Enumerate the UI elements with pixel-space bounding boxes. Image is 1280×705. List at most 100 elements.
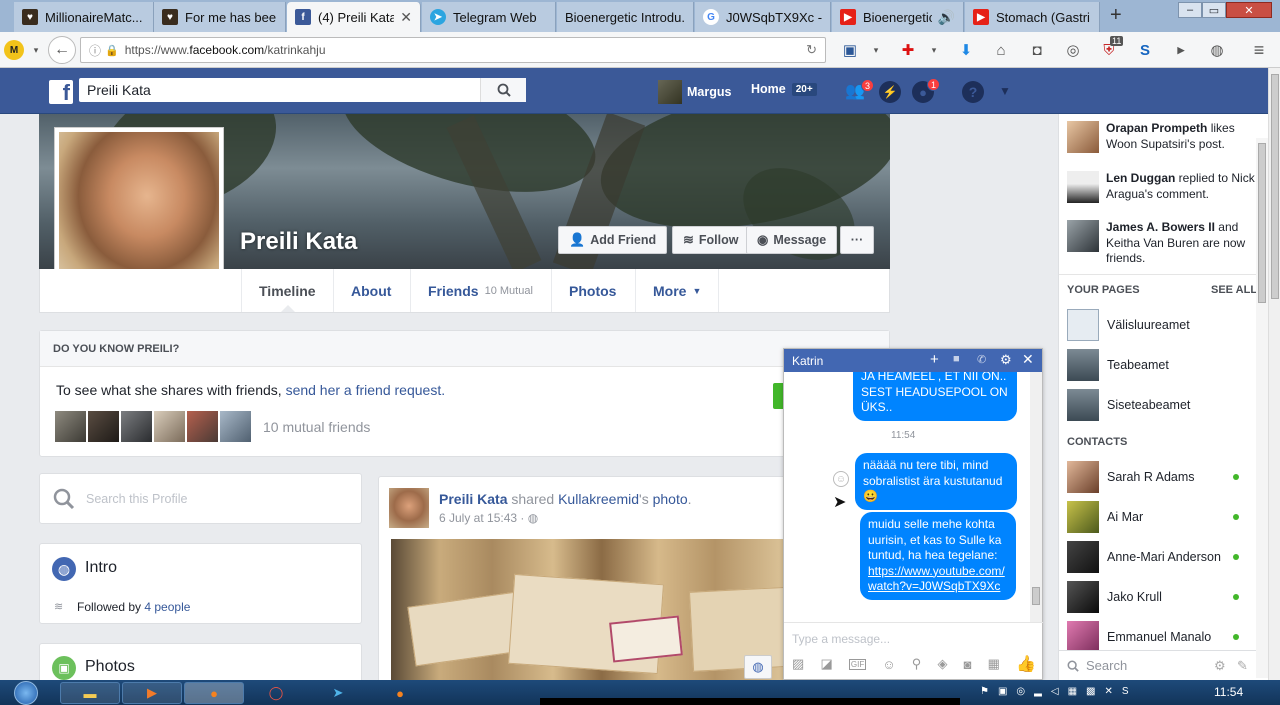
hamburger-menu-icon[interactable]: ≡	[1247, 38, 1271, 62]
flag-icon[interactable]: ⚑	[980, 686, 989, 700]
maximize-button[interactable]: ▭	[1202, 2, 1226, 18]
browser-tab[interactable]: ▶ Stomach (Gastri...	[965, 2, 1100, 32]
profile-icon[interactable]: ◍	[1205, 38, 1229, 62]
firefox-taskbar-button[interactable]: ●	[370, 682, 430, 704]
avatar[interactable]	[88, 411, 119, 442]
video-call-icon[interactable]: ■	[953, 353, 960, 365]
post-date[interactable]: 6 July at 15:43 · ◍	[439, 511, 538, 525]
firefox-taskbar-button[interactable]: ●	[184, 682, 244, 704]
tab-friends[interactable]: Friends 10 Mutual	[410, 269, 550, 312]
avatar[interactable]	[220, 411, 251, 442]
minimize-button[interactable]: –	[1178, 2, 1202, 18]
sticker-icon[interactable]: ◪	[820, 656, 832, 672]
ticker-item[interactable]: Orapan Prompeth likes Woon Supatsiri's p…	[1067, 121, 1265, 153]
tab-about[interactable]: About	[333, 269, 408, 312]
game-icon[interactable]: ◈	[937, 656, 947, 672]
see-all-link[interactable]: SEE ALL	[1211, 284, 1257, 296]
mutual-friends-count[interactable]: 10 mutual friends	[263, 419, 370, 435]
followers-link[interactable]: 4 people	[144, 600, 190, 614]
photos-title[interactable]: Photos	[85, 658, 135, 676]
tray-icon[interactable]: ▩	[1086, 686, 1095, 700]
add-person-icon[interactable]: +	[930, 351, 939, 368]
tray-app-icon[interactable]: ▣	[998, 686, 1007, 700]
tab-more[interactable]: More ▼	[635, 269, 720, 312]
gif-icon[interactable]: GIF	[848, 658, 867, 670]
telegram-taskbar-button[interactable]: ➤	[308, 682, 368, 704]
ticker-item[interactable]: James A. Bowers II and Keitha Van Buren …	[1067, 220, 1265, 267]
avatar[interactable]	[121, 411, 152, 442]
chevron-down-icon[interactable]: ▾	[24, 38, 48, 62]
media-taskbar-button[interactable]: ▶	[122, 682, 182, 704]
emoji-icon[interactable]: ☺	[882, 657, 895, 672]
compose-icon[interactable]: ✎	[1237, 658, 1248, 674]
close-window-button[interactable]: ✕	[1226, 2, 1272, 18]
tab-photos[interactable]: Photos	[551, 269, 633, 312]
youtube-icon[interactable]: ▶	[1169, 38, 1193, 62]
browser-tab[interactable]: ▶ Bioenergetic... 🔊	[832, 2, 964, 32]
avatar[interactable]	[55, 411, 86, 442]
help-icon[interactable]: ?	[962, 81, 984, 103]
messenger-icon[interactable]: ⚡	[879, 81, 901, 103]
chat-header[interactable]: Katrin + ■ ✆ ⚙ ✕	[784, 349, 1042, 372]
message-button[interactable]: ◉ Message	[746, 226, 838, 254]
menu-logo-icon[interactable]: M	[4, 40, 24, 60]
sidebar-scrollbar[interactable]	[1256, 138, 1268, 678]
network-app-icon[interactable]: ◎	[1016, 686, 1025, 700]
post-photo-link[interactable]: photo	[653, 491, 688, 507]
explorer-taskbar-button[interactable]: ▬	[60, 682, 120, 704]
reload-icon[interactable]: ↻	[806, 42, 817, 58]
post-photo[interactable]	[391, 539, 796, 699]
chevron-down-icon[interactable]: ▾	[922, 38, 946, 62]
contact-item[interactable]: Jako Krull	[1067, 581, 1257, 613]
url-bar[interactable]: ⓘ 🔒 https://www.facebook.com/katrinkahju…	[80, 37, 826, 63]
taskbar-clock[interactable]: 11:54	[1214, 685, 1243, 699]
chevron-down-icon[interactable]: ▾	[864, 38, 888, 62]
friend-request-link[interactable]: send her a friend request.	[286, 382, 446, 398]
tray-icon[interactable]: ▦	[1068, 686, 1077, 700]
contact-item[interactable]: Anne-Mari Anderson	[1067, 541, 1257, 573]
browser-tab[interactable]: G J0WSqbTX9Xc -...	[695, 2, 831, 32]
extension-icon[interactable]: ◎	[1061, 38, 1085, 62]
page-scrollbar[interactable]	[1268, 68, 1280, 680]
speaker-icon[interactable]: 🔊	[932, 9, 955, 26]
post-page-link[interactable]: Kullakreemid	[558, 491, 639, 507]
globe-icon[interactable]: ◍	[744, 655, 772, 679]
gear-icon[interactable]: ⚙	[1214, 658, 1226, 674]
emoji-reaction-icon[interactable]: ☺	[833, 471, 849, 487]
download-icon[interactable]: ⬇	[954, 38, 978, 62]
camera-icon[interactable]: ◙	[964, 657, 972, 672]
home-link[interactable]: Home 20+	[751, 82, 817, 96]
tray-icon[interactable]: ✕	[1104, 686, 1112, 700]
search-profile-input[interactable]: Search this Profile	[39, 473, 362, 524]
browser-tab[interactable]: Bioenergetic Introdu...	[557, 2, 694, 32]
app-taskbar-button[interactable]: ◯	[246, 682, 306, 704]
first-aid-icon[interactable]: ✚	[896, 38, 920, 62]
back-button[interactable]: ←	[48, 36, 76, 64]
browser-tab[interactable]: ♥ For me has bee...	[154, 2, 286, 32]
post-author-avatar[interactable]	[389, 488, 429, 528]
skype-icon[interactable]: S	[1122, 686, 1129, 700]
page-item[interactable]: Välisluureamet	[1067, 309, 1257, 341]
pocket-icon[interactable]: ◘	[1025, 38, 1049, 62]
start-button[interactable]	[6, 680, 46, 705]
contact-item[interactable]: Ai Mar	[1067, 501, 1257, 533]
follow-button[interactable]: ≋ Follow	[672, 226, 750, 254]
calendar-icon[interactable]: ▦	[988, 656, 1000, 672]
chat-scrollbar[interactable]	[1030, 372, 1042, 622]
home-icon[interactable]: ⌂	[989, 38, 1013, 62]
volume-icon[interactable]: ◁	[1051, 686, 1059, 700]
page-item[interactable]: Siseteabeamet	[1067, 389, 1257, 421]
ticker-item[interactable]: Len Duggan replied to Nick Aragua's comm…	[1067, 171, 1265, 203]
close-icon[interactable]: ✕	[1022, 351, 1034, 368]
avatar[interactable]	[187, 411, 218, 442]
browser-tab[interactable]: ➤ Telegram Web	[422, 2, 556, 32]
gear-icon[interactable]: ⚙	[1000, 352, 1012, 368]
close-icon[interactable]: ✕	[394, 9, 412, 26]
contact-item[interactable]: Sarah R Adams	[1067, 461, 1257, 493]
avatar[interactable]	[154, 411, 185, 442]
facebook-logo-icon[interactable]: f	[49, 80, 73, 104]
more-options-button[interactable]: ···	[840, 226, 874, 254]
like-icon[interactable]: 👍	[1016, 654, 1036, 674]
image-icon[interactable]: ▨	[792, 656, 804, 672]
contacts-search-input[interactable]: Search ⚙ ✎	[1059, 650, 1269, 680]
